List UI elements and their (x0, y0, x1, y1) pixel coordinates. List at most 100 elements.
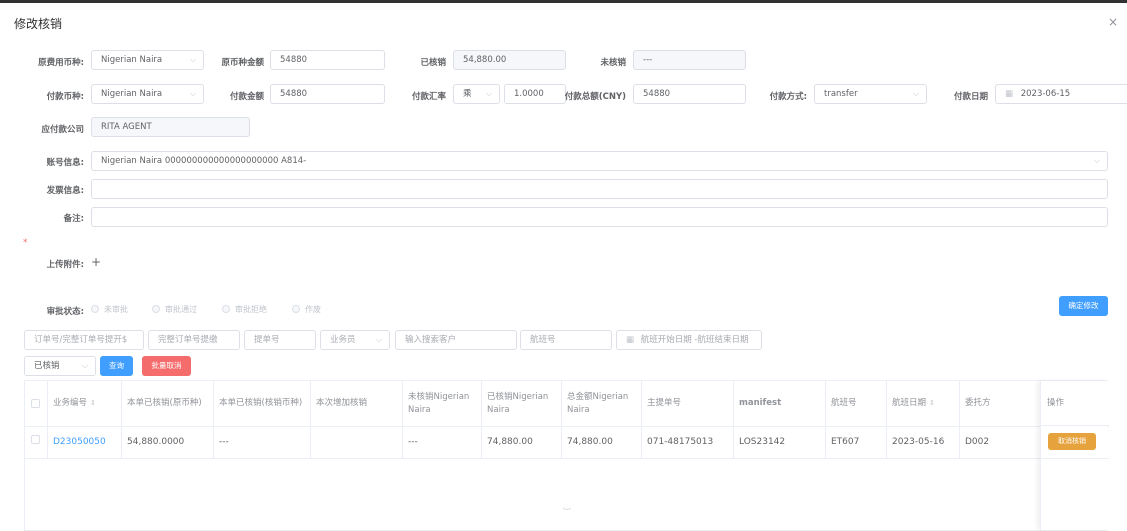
unsettled-label: 未核销 (600, 58, 626, 68)
radio-label: 审批拒绝 (235, 305, 267, 314)
cell-manifest: LOS23142 (739, 437, 786, 447)
cancel-settlement-button[interactable]: 取消核销 (1048, 433, 1096, 450)
col-header-action: 操作 (1041, 381, 1109, 426)
radio-icon (91, 305, 99, 313)
settled-field: 54,880.00 (453, 50, 566, 70)
window-top-bar (0, 0, 1127, 3)
cell-added (310, 426, 402, 458)
rate-label: 付款汇率 (411, 92, 446, 102)
cell-flight-date: 2023-05-16 (892, 437, 945, 447)
flight-no-input[interactable]: 航班号 (520, 330, 612, 350)
invoice-input[interactable] (91, 179, 1108, 199)
cell-client: D002 (965, 437, 990, 447)
amount-input[interactable]: 54880 (270, 50, 385, 70)
col-header-added: 本次增加核销 (316, 398, 368, 408)
radio-label: 未审批 (104, 305, 128, 314)
col-header-settled: 已核销Nigerian Naira (487, 391, 549, 415)
dialog-title: 修改核销 (14, 17, 63, 31)
cell-settled-pay: --- (219, 437, 229, 447)
col-header-label: 业务编号 (53, 398, 88, 408)
unsettled-field: --- (633, 50, 746, 70)
total-cny-input[interactable]: 54880 (633, 84, 746, 104)
account-value: Nigerian Naira 000000000000000000000 A81… (101, 156, 307, 166)
chevron-down-icon: ⌵ (375, 335, 382, 344)
full-order-input[interactable]: 完整订单号提缴 (148, 330, 240, 350)
bill-no-placeholder: 提单号 (254, 335, 280, 345)
biz-no-link[interactable]: D23050050 (47, 426, 121, 458)
col-header-settled-orig: 本单已核销(原币种) (127, 398, 202, 408)
remark-input[interactable] (91, 207, 1108, 227)
radio-rejected[interactable]: 审批拒绝 (222, 304, 267, 315)
col-header-label: 航班日期 (892, 398, 927, 408)
sort-icon[interactable]: ⇕ (929, 397, 935, 410)
calendar-icon: ▦ (626, 335, 635, 345)
currency-select[interactable]: Nigerian Naira ⌵ (91, 50, 204, 70)
amount-label: 原币种金额 (221, 58, 264, 68)
pay-currency-select[interactable]: Nigerian Naira ⌵ (91, 84, 204, 104)
date-picker[interactable]: ▦ 2023-06-15 (995, 84, 1127, 104)
loading-spinner-icon (561, 498, 573, 510)
date-label: 付款日期 (953, 92, 988, 102)
radio-voided[interactable]: 作废 (292, 304, 321, 315)
chevron-down-icon: ⌵ (912, 89, 919, 98)
radio-unapproved[interactable]: 未审批 (91, 304, 128, 315)
batch-cancel-button[interactable]: 批量取消 (142, 356, 191, 376)
settled-label: 已核销 (420, 58, 446, 68)
radio-label: 审批通过 (165, 305, 197, 314)
order-no-input[interactable]: 订单号/完整订单号提开$ (24, 330, 144, 350)
status-filter-select[interactable]: 已核销 ⌵ (24, 356, 96, 376)
flight-date-range-picker[interactable]: ▦ 航班开始日期 -航班结束日期 (616, 330, 762, 350)
rate-op-value: 乘 (463, 89, 472, 99)
date-value: 2023-06-15 (1020, 89, 1071, 99)
add-attachment-icon[interactable]: + (91, 255, 101, 269)
account-select[interactable]: Nigerian Naira 000000000000000000000 A81… (91, 151, 1108, 171)
chevron-down-icon: ⌵ (81, 361, 88, 370)
invoice-label: 发票信息: (46, 186, 84, 196)
calendar-icon: ▦ (1005, 89, 1014, 99)
remark-label: 备注: (63, 214, 84, 224)
customer-search-input[interactable]: 输入搜索客户 (395, 330, 517, 350)
upload-label: 上传附件: (46, 260, 84, 270)
select-all-checkbox-cell (25, 381, 47, 426)
salesman-select[interactable]: 业务员 ⌵ (320, 330, 390, 350)
cell-flight: ET607 (831, 437, 860, 447)
row-checkbox[interactable] (31, 435, 40, 444)
currency-label: 原费用币种: (38, 58, 84, 68)
col-header-client: 委托方 (965, 398, 991, 408)
row-divider (25, 458, 1109, 459)
radio-approved[interactable]: 审批通过 (152, 304, 197, 315)
confirm-edit-button[interactable]: 确定修改 (1059, 296, 1108, 316)
col-header-mawb: 主提单号 (647, 398, 682, 408)
settlement-table: 业务编号 ⇕ 本单已核销(原币种) 本单已核销(核销币种) 本次增加核销 未核销N… (24, 380, 1109, 531)
cell-settled: 74,880.00 (487, 437, 533, 447)
col-header-flight: 航班号 (831, 398, 857, 408)
close-icon[interactable]: × (1108, 15, 1118, 29)
sort-icon[interactable]: ⇕ (90, 397, 96, 410)
col-header-flight-date[interactable]: 航班日期 ⇕ (886, 381, 959, 426)
bill-no-input[interactable]: 提单号 (244, 330, 316, 350)
rate-input[interactable]: 1.0000 (504, 84, 566, 104)
row-checkbox-cell (25, 426, 47, 458)
pay-amount-input[interactable]: 54880 (270, 84, 385, 104)
row-divider (1041, 458, 1109, 459)
status-filter-value: 已核销 (34, 361, 60, 371)
account-label: 账号信息: (46, 158, 84, 168)
company-label: 应付款公司 (41, 125, 84, 135)
radio-icon (152, 305, 160, 313)
flight-no-placeholder: 航班号 (530, 335, 556, 345)
salesman-placeholder: 业务员 (330, 335, 356, 345)
chevron-down-icon: ⌵ (485, 89, 492, 98)
search-button[interactable]: 查询 (100, 356, 133, 376)
col-header-unsettled: 未核销Nigerian Naira (408, 391, 470, 415)
select-all-checkbox[interactable] (31, 399, 40, 408)
flight-date-placeholder: 航班开始日期 -航班结束日期 (640, 335, 749, 345)
col-header-biz-no[interactable]: 业务编号 ⇕ (47, 381, 121, 426)
total-cny-label: 付款总额(CNY) (564, 92, 626, 102)
pay-currency-label: 付款币种: (46, 92, 84, 102)
order-no-placeholder: 订单号/完整订单号提开$ (34, 335, 128, 345)
cell-mawb: 071-48175013 (647, 437, 714, 447)
col-header-manifest: manifest (739, 398, 782, 408)
method-select[interactable]: transfer ⌵ (814, 84, 927, 104)
rate-op-select[interactable]: 乘 ⌵ (453, 84, 500, 104)
action-column: 操作 取消核销 (1040, 381, 1109, 530)
